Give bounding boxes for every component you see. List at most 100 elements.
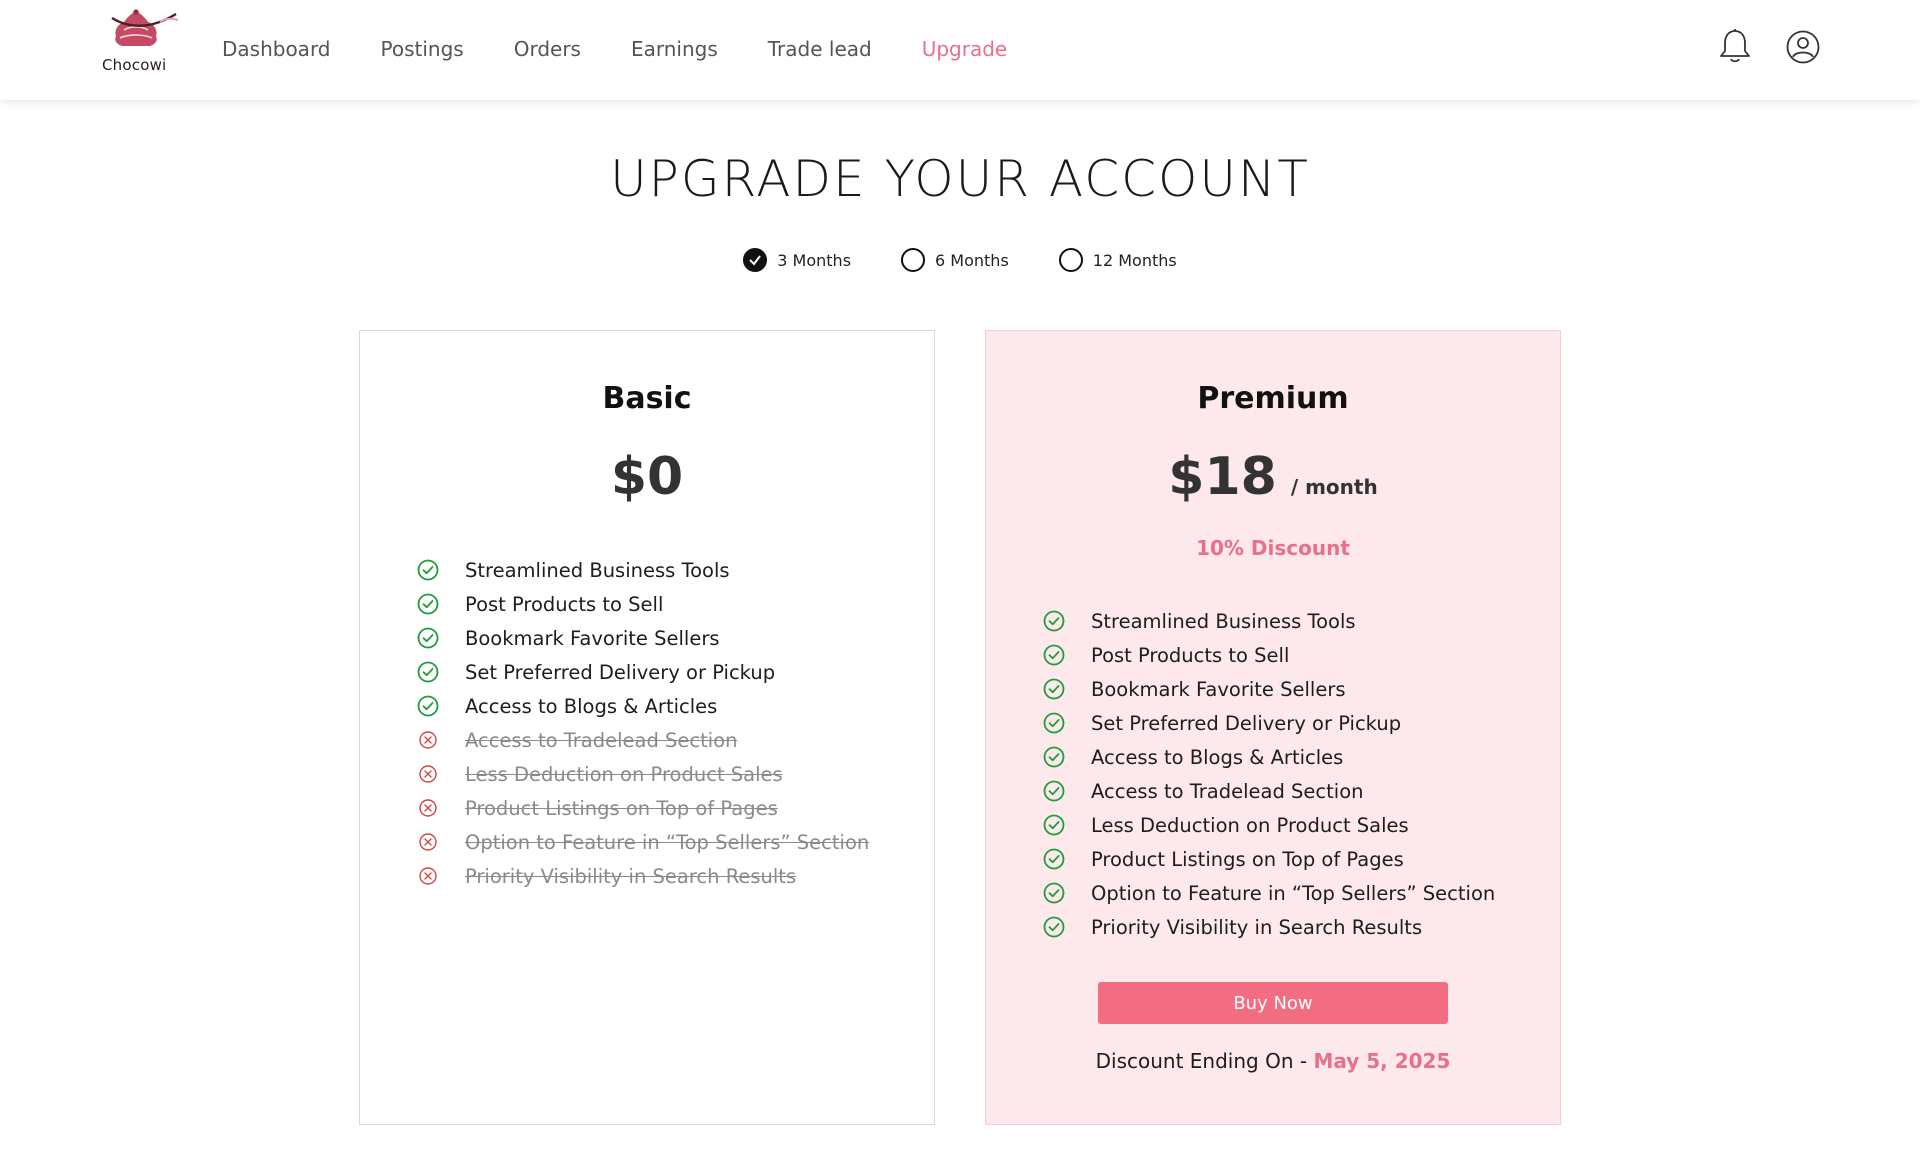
feature-list: Streamlined Business Tools Post Products … <box>417 553 869 893</box>
x-circle-icon <box>419 765 437 783</box>
price-row: $0 <box>360 447 934 507</box>
feature-item: Access to Blogs & Articles <box>417 689 869 723</box>
feature-label: Streamlined Business Tools <box>465 558 730 582</box>
feature-item: Access to Blogs & Articles <box>1043 740 1495 774</box>
page-title: UPGRADE YOUR ACCOUNT <box>610 150 1310 208</box>
price-period: / month <box>1290 475 1378 499</box>
plan-name: Premium <box>1197 381 1349 416</box>
feature-label: Access to Tradelead Section <box>1091 779 1364 803</box>
nav-earnings[interactable]: Earnings <box>631 37 718 61</box>
check-circle-icon <box>1043 916 1065 938</box>
check-circle-icon <box>1043 610 1065 632</box>
plan-card-premium: Premium $18 / month 10% Discount Streaml… <box>985 330 1561 1125</box>
x-circle-icon <box>419 833 437 851</box>
feature-item: Priority Visibility in Search Results <box>1043 910 1495 944</box>
check-circle-icon <box>1043 848 1065 870</box>
nav-trade-lead[interactable]: Trade lead <box>768 37 872 61</box>
nav-dashboard[interactable]: Dashboard <box>222 37 331 61</box>
check-circle-icon <box>417 559 439 581</box>
check-circle-icon <box>1043 746 1065 768</box>
feature-item: Set Preferred Delivery or Pickup <box>1043 706 1495 740</box>
check-circle-icon <box>1043 678 1065 700</box>
discount-ending-label: Discount Ending On - <box>1095 1049 1314 1073</box>
x-circle-icon <box>419 799 437 817</box>
feature-item: Access to Tradelead Section <box>417 723 869 757</box>
feature-label: Post Products to Sell <box>1091 643 1290 667</box>
check-circle-icon <box>1043 882 1065 904</box>
check-circle-icon <box>417 593 439 615</box>
discount-ending: Discount Ending On - May 5, 2025 <box>986 1049 1560 1073</box>
feature-item: Option to Feature in “Top Sellers” Secti… <box>1043 876 1495 910</box>
feature-item: Post Products to Sell <box>1043 638 1495 672</box>
feature-label: Access to Tradelead Section <box>465 728 738 752</box>
check-circle-icon <box>1043 814 1065 836</box>
plan-name: Basic <box>602 381 692 416</box>
feature-item: Product Listings on Top of Pages <box>1043 842 1495 876</box>
feature-label: Option to Feature in “Top Sellers” Secti… <box>1091 881 1496 905</box>
feature-label: Priority Visibility in Search Results <box>1091 915 1423 939</box>
feature-label: Access to Blogs & Articles <box>465 694 718 718</box>
feature-item: Streamlined Business Tools <box>417 553 869 587</box>
feature-label: Set Preferred Delivery or Pickup <box>1091 711 1402 735</box>
check-circle-icon <box>417 627 439 649</box>
feature-label: Priority Visibility in Search Results <box>465 864 797 888</box>
period-selector: 3 Months 6 Months 12 Months <box>0 248 1920 272</box>
plan-price: $0 <box>610 447 684 507</box>
check-circle-icon <box>417 695 439 717</box>
feature-list: Streamlined Business Tools Post Products … <box>1043 604 1495 944</box>
feature-item: Streamlined Business Tools <box>1043 604 1495 638</box>
top-header: Chocowi Dashboard Postings Orders Earnin… <box>0 0 1920 100</box>
feature-item: Priority Visibility in Search Results <box>417 859 869 893</box>
check-circle-icon <box>1043 644 1065 666</box>
feature-label: Product Listings on Top of Pages <box>465 796 778 820</box>
feature-label: Bookmark Favorite Sellers <box>1091 677 1346 701</box>
buy-now-button[interactable]: Buy Now <box>1098 982 1448 1024</box>
brand-name: Chocowi <box>102 56 167 74</box>
feature-label: Post Products to Sell <box>465 592 664 616</box>
nav-orders[interactable]: Orders <box>514 37 581 61</box>
user-circle-icon[interactable] <box>1786 30 1820 64</box>
plan-price: $18 <box>1168 447 1277 507</box>
feature-label: Set Preferred Delivery or Pickup <box>465 660 776 684</box>
feature-item: Access to Tradelead Section <box>1043 774 1495 808</box>
nav-upgrade[interactable]: Upgrade <box>922 37 1008 61</box>
feature-label: Less Deduction on Product Sales <box>1091 813 1409 837</box>
feature-item: Less Deduction on Product Sales <box>1043 808 1495 842</box>
feature-label: Access to Blogs & Articles <box>1091 745 1344 769</box>
feature-item: Product Listings on Top of Pages <box>417 791 869 825</box>
feature-label: Streamlined Business Tools <box>1091 609 1356 633</box>
discount-label: 10% Discount <box>1196 536 1350 560</box>
feature-item: Less Deduction on Product Sales <box>417 757 869 791</box>
period-option-3-months[interactable]: 3 Months <box>743 248 851 272</box>
period-label: 3 Months <box>777 250 852 270</box>
radio-unchecked-icon[interactable] <box>901 248 926 272</box>
check-circle-icon <box>417 661 439 683</box>
feature-item: Option to Feature in “Top Sellers” Secti… <box>417 825 869 859</box>
feature-label: Bookmark Favorite Sellers <box>465 626 720 650</box>
x-circle-icon <box>419 867 437 885</box>
check-circle-icon <box>1043 780 1065 802</box>
feature-item: Bookmark Favorite Sellers <box>417 621 869 655</box>
radio-checked-icon[interactable] <box>743 248 768 272</box>
feature-item: Set Preferred Delivery or Pickup <box>417 655 869 689</box>
feature-item: Bookmark Favorite Sellers <box>1043 672 1495 706</box>
period-label: 12 Months <box>1092 250 1177 270</box>
check-circle-icon <box>1043 712 1065 734</box>
period-option-6-months[interactable]: 6 Months <box>901 248 1009 272</box>
swoosh-icon <box>111 12 179 27</box>
x-circle-icon <box>419 731 437 749</box>
feature-label: Product Listings on Top of Pages <box>1091 847 1404 871</box>
feature-label: Option to Feature in “Top Sellers” Secti… <box>465 830 870 854</box>
period-label: 6 Months <box>935 250 1009 270</box>
discount-ending-date: May 5, 2025 <box>1313 1049 1451 1073</box>
brand-logo[interactable]: Chocowi <box>98 8 179 88</box>
plan-card-basic: Basic $0 Streamlined Business Tools Post … <box>359 330 935 1125</box>
bell-icon[interactable] <box>1718 28 1752 64</box>
period-option-12-months[interactable]: 12 Months <box>1058 248 1177 272</box>
price-row: $18 / month <box>986 447 1560 507</box>
feature-item: Post Products to Sell <box>417 587 869 621</box>
radio-unchecked-icon[interactable] <box>1058 248 1083 272</box>
main-nav: Dashboard Postings Orders Earnings Trade… <box>222 37 1057 61</box>
feature-label: Less Deduction on Product Sales <box>465 762 783 786</box>
nav-postings[interactable]: Postings <box>381 37 464 61</box>
